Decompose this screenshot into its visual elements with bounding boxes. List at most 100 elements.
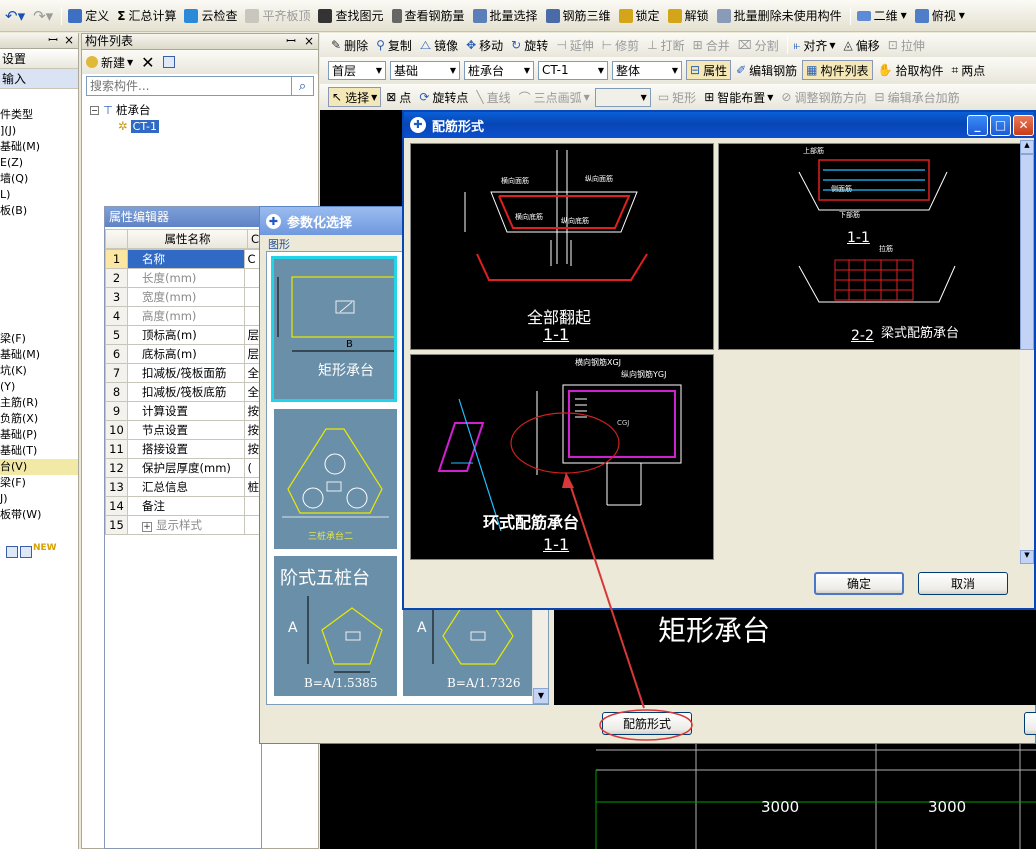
component-list-button[interactable]: ▦ 构件列表 xyxy=(802,60,873,80)
tree-collapse-icon[interactable]: − xyxy=(90,105,99,115)
rebar-option-ring-type[interactable]: 横向钢筋XGJ 纵向钢筋YGJ CGJ 环式配筋承台 1-1 xyxy=(410,354,714,560)
close-icon[interactable]: × xyxy=(304,34,314,48)
split-button[interactable]: ⌧ 分割 xyxy=(735,35,782,55)
copy-component-button[interactable] xyxy=(162,56,175,68)
property-row[interactable]: 12 保护层厚度(mm)( xyxy=(105,458,263,478)
property-row[interactable]: 9 计算设置按 xyxy=(105,401,263,421)
point-button[interactable]: ⊠ 点 xyxy=(383,87,414,107)
scroll-down-icon[interactable]: ▼ xyxy=(533,688,548,704)
property-row[interactable]: 14 备注 xyxy=(105,496,263,516)
view-2d-dropdown[interactable]: 二维 ▼ xyxy=(854,6,910,26)
tree-item[interactable]: 件类型 xyxy=(0,107,78,123)
stretch-button[interactable]: ⊡ 拉伸 xyxy=(885,35,928,55)
tree-item[interactable]: 板(B) xyxy=(0,203,78,219)
merge-button[interactable]: ⊞ 合并 xyxy=(690,35,733,55)
shape-thumbnail-five-pile[interactable]: 阶式五桩台 A B=A/1.5385 xyxy=(274,556,397,696)
pick-component-button[interactable]: ✋ 拾取构件 xyxy=(875,60,947,80)
floor-select[interactable]: 首层 ▼ xyxy=(328,60,386,80)
scroll-thumb[interactable] xyxy=(1020,154,1034,350)
two-point-button[interactable]: ⌗ 两点 xyxy=(948,60,988,80)
scroll-down-icon[interactable]: ▼ xyxy=(1020,550,1034,564)
view-top-dropdown[interactable]: 俯视 ▼ xyxy=(912,6,968,26)
batch-delete-unused-button[interactable]: 批量删除未使用构件 xyxy=(714,6,845,26)
tree-item[interactable]: 负筋(X) xyxy=(0,411,78,427)
tree-item-selected[interactable]: 台(V) xyxy=(0,459,78,475)
trim-button[interactable]: ⊢ 修剪 xyxy=(599,35,642,55)
rebar-form-button[interactable]: 配筋形式 xyxy=(602,712,692,735)
tree-item[interactable]: 梁(F) xyxy=(0,331,78,347)
line-button[interactable]: ╲ 直线 xyxy=(473,87,513,107)
view-rebar-button[interactable]: 查看钢筋量 xyxy=(389,6,468,26)
search-button[interactable]: ⌕ xyxy=(292,76,314,96)
select-button[interactable]: ↖ 选择 ▼ xyxy=(328,87,382,107)
type-select[interactable]: 桩承台 ▼ xyxy=(464,60,534,80)
property-row[interactable]: 10 节点设置按 xyxy=(105,420,263,440)
ok-button[interactable]: 确定 xyxy=(814,572,904,595)
property-row[interactable]: 6 底标高(m) 层 xyxy=(105,344,263,364)
redo-button[interactable]: ↷▾ xyxy=(30,6,56,26)
pin-icon[interactable]: ꟷ xyxy=(286,34,296,48)
edit-rebar-button[interactable]: ✐ 编辑钢筋 xyxy=(733,60,800,80)
move-button[interactable]: ✥ 移动 xyxy=(463,35,506,55)
rotate-button[interactable]: ↻ 旋转 xyxy=(508,35,551,55)
tree-item[interactable]: 坑(K) xyxy=(0,363,78,379)
tree-item[interactable]: 基础(T) xyxy=(0,443,78,459)
mirror-button[interactable]: ⧍ 镜像 xyxy=(417,35,461,55)
undo-button[interactable]: ↶▾ xyxy=(2,6,28,26)
pin-icon[interactable]: ꟷ xyxy=(48,33,58,48)
minimize-button[interactable]: _ xyxy=(967,114,988,136)
rebar-options-scrollbar[interactable]: ▲ ▼ xyxy=(1020,140,1034,564)
tree-root-label[interactable]: 桩承台 xyxy=(116,102,151,118)
edit-cap-rebar-button[interactable]: ⊟ 编辑承台加筋 xyxy=(872,87,963,107)
arc-button[interactable]: ⌒ 三点画弧 ▼ xyxy=(516,87,593,107)
properties-button[interactable]: ⊟ 属性 xyxy=(686,60,732,80)
property-row[interactable]: 8 扣减板/筏板底筋全 xyxy=(105,382,263,402)
component-search-input[interactable] xyxy=(86,76,292,96)
delete-component-button[interactable]: ✕ xyxy=(141,53,154,72)
summary-calc-button[interactable]: Σ 汇总计算 xyxy=(114,6,179,26)
settings-tab[interactable]: 设置 xyxy=(0,49,78,69)
tree-item[interactable]: 基础(P) xyxy=(0,427,78,443)
scope-select[interactable]: 整体 ▼ xyxy=(612,60,682,80)
input-tab[interactable]: 输入 xyxy=(0,69,78,89)
property-row[interactable]: 1 名称 C xyxy=(105,249,263,269)
delete-button[interactable]: ✎ 删除 xyxy=(328,35,371,55)
rotate-point-button[interactable]: ⟳ 旋转点 xyxy=(416,87,471,107)
offset-button[interactable]: ◬ 偏移 xyxy=(841,35,883,55)
tree-item[interactable]: ](J) xyxy=(0,123,78,139)
shape-thumbnail-three-pile[interactable]: 三桩承台二 xyxy=(274,409,397,549)
adjust-rebar-direction-button[interactable]: ⊘ 调整钢筋方向 xyxy=(778,87,869,107)
rebar-option-full-bend[interactable]: 横向面筋 横向底筋 纵向底筋 纵向面筋 全部翻起 1-1 xyxy=(410,143,714,350)
tree-item[interactable]: (Y) xyxy=(0,379,78,395)
tree-item-ct1[interactable]: CT-1 xyxy=(130,119,159,133)
rect-button[interactable]: ▭ 矩形 xyxy=(655,87,699,107)
property-row[interactable]: 13 汇总信息桩 xyxy=(105,477,263,497)
expand-icon[interactable]: + xyxy=(142,522,152,532)
tree-item[interactable]: E(Z) xyxy=(0,155,78,171)
component-select[interactable]: CT-1 ▼ xyxy=(538,60,608,80)
break-button[interactable]: ⊥ 打断 xyxy=(644,35,687,55)
cancel-button[interactable]: 取消 xyxy=(918,572,1008,595)
cloud-check-button[interactable]: 云检查 xyxy=(181,6,240,26)
grid-icon-2[interactable] xyxy=(20,546,32,558)
align-button[interactable]: ⫦ 对齐 ▼ xyxy=(791,35,839,55)
close-icon[interactable]: × xyxy=(64,33,74,48)
extend-button[interactable]: ⊣ 延伸 xyxy=(553,35,596,55)
property-row[interactable]: 11 搭接设置按 xyxy=(105,439,263,459)
maximize-button[interactable]: □ xyxy=(990,114,1011,136)
tree-item[interactable]: 基础(M) xyxy=(0,139,78,155)
find-element-button[interactable]: 查找图元 xyxy=(315,6,386,26)
property-row[interactable]: 5 顶标高(m) 层 xyxy=(105,325,263,345)
define-button[interactable]: 定义 xyxy=(65,6,112,26)
property-row[interactable]: 3 宽度(mm) xyxy=(105,287,263,307)
tree-item[interactable]: 墙(Q) xyxy=(0,171,78,187)
unlock-button[interactable]: 解锁 xyxy=(665,6,712,26)
smart-layout-button[interactable]: ⊞ 智能布置 ▼ xyxy=(701,87,776,107)
tree-item[interactable]: 基础(M) xyxy=(0,347,78,363)
property-row[interactable]: 15 + 显示样式 xyxy=(105,515,263,535)
partial-button[interactable] xyxy=(1024,712,1036,735)
property-row[interactable]: 2 长度(mm) xyxy=(105,268,263,288)
shape-thumbnail-rect[interactable]: B 矩形承台 xyxy=(271,256,397,402)
tree-item[interactable]: 板带(W) xyxy=(0,507,78,523)
tree-item[interactable]: L) xyxy=(0,187,78,203)
